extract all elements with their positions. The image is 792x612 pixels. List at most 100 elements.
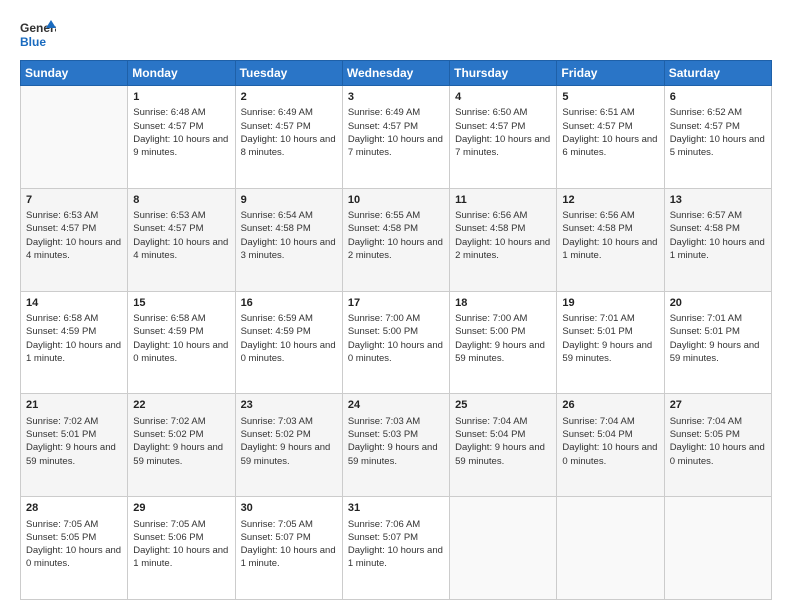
sunrise-text: Sunrise: 6:53 AM: [133, 209, 229, 222]
day-number: 12: [562, 193, 658, 208]
calendar-cell: 3Sunrise: 6:49 AMSunset: 4:57 PMDaylight…: [342, 86, 449, 189]
sunset-text: Sunset: 5:02 PM: [241, 428, 337, 441]
day-number: 3: [348, 90, 444, 105]
sunset-text: Sunset: 4:57 PM: [133, 222, 229, 235]
sunset-text: Sunset: 4:58 PM: [562, 222, 658, 235]
calendar-cell: 10Sunrise: 6:55 AMSunset: 4:58 PMDayligh…: [342, 188, 449, 291]
sunrise-text: Sunrise: 6:58 AM: [133, 312, 229, 325]
calendar-week-row: 21Sunrise: 7:02 AMSunset: 5:01 PMDayligh…: [21, 394, 772, 497]
daylight-text: Daylight: 10 hours and 2 minutes.: [455, 236, 551, 263]
daylight-text: Daylight: 9 hours and 59 minutes.: [133, 441, 229, 468]
calendar-cell: 23Sunrise: 7:03 AMSunset: 5:02 PMDayligh…: [235, 394, 342, 497]
calendar-week-row: 28Sunrise: 7:05 AMSunset: 5:05 PMDayligh…: [21, 497, 772, 600]
sunset-text: Sunset: 5:01 PM: [562, 325, 658, 338]
calendar-cell: 11Sunrise: 6:56 AMSunset: 4:58 PMDayligh…: [450, 188, 557, 291]
calendar-cell: 30Sunrise: 7:05 AMSunset: 5:07 PMDayligh…: [235, 497, 342, 600]
daylight-text: Daylight: 9 hours and 59 minutes.: [455, 441, 551, 468]
sunrise-text: Sunrise: 7:00 AM: [455, 312, 551, 325]
sunrise-text: Sunrise: 6:55 AM: [348, 209, 444, 222]
sunrise-text: Sunrise: 6:49 AM: [241, 106, 337, 119]
sunset-text: Sunset: 5:02 PM: [133, 428, 229, 441]
day-number: 15: [133, 296, 229, 311]
sunrise-text: Sunrise: 7:05 AM: [26, 518, 122, 531]
daylight-text: Daylight: 10 hours and 1 minute.: [348, 544, 444, 571]
sunset-text: Sunset: 5:01 PM: [26, 428, 122, 441]
calendar-cell: 27Sunrise: 7:04 AMSunset: 5:05 PMDayligh…: [664, 394, 771, 497]
calendar-cell: 20Sunrise: 7:01 AMSunset: 5:01 PMDayligh…: [664, 291, 771, 394]
calendar-cell: 24Sunrise: 7:03 AMSunset: 5:03 PMDayligh…: [342, 394, 449, 497]
daylight-text: Daylight: 9 hours and 59 minutes.: [455, 339, 551, 366]
sunset-text: Sunset: 5:01 PM: [670, 325, 766, 338]
logo: General Blue: [20, 18, 56, 50]
calendar-cell: 7Sunrise: 6:53 AMSunset: 4:57 PMDaylight…: [21, 188, 128, 291]
sunset-text: Sunset: 4:59 PM: [26, 325, 122, 338]
sunset-text: Sunset: 4:57 PM: [562, 120, 658, 133]
sunrise-text: Sunrise: 6:54 AM: [241, 209, 337, 222]
day-number: 24: [348, 398, 444, 413]
sunset-text: Sunset: 5:00 PM: [348, 325, 444, 338]
calendar-cell: 29Sunrise: 7:05 AMSunset: 5:06 PMDayligh…: [128, 497, 235, 600]
sunrise-text: Sunrise: 7:05 AM: [133, 518, 229, 531]
calendar-cell: 1Sunrise: 6:48 AMSunset: 4:57 PMDaylight…: [128, 86, 235, 189]
sunset-text: Sunset: 4:57 PM: [26, 222, 122, 235]
day-number: 25: [455, 398, 551, 413]
sunset-text: Sunset: 4:57 PM: [133, 120, 229, 133]
calendar-cell: 14Sunrise: 6:58 AMSunset: 4:59 PMDayligh…: [21, 291, 128, 394]
sunset-text: Sunset: 5:07 PM: [241, 531, 337, 544]
logo-icon: General Blue: [20, 18, 56, 50]
sunset-text: Sunset: 4:58 PM: [241, 222, 337, 235]
sunrise-text: Sunrise: 6:52 AM: [670, 106, 766, 119]
day-number: 5: [562, 90, 658, 105]
daylight-text: Daylight: 10 hours and 0 minutes.: [670, 441, 766, 468]
sunrise-text: Sunrise: 6:49 AM: [348, 106, 444, 119]
calendar-cell: 25Sunrise: 7:04 AMSunset: 5:04 PMDayligh…: [450, 394, 557, 497]
sunrise-text: Sunrise: 6:58 AM: [26, 312, 122, 325]
sunset-text: Sunset: 4:57 PM: [455, 120, 551, 133]
daylight-text: Daylight: 10 hours and 7 minutes.: [348, 133, 444, 160]
day-number: 1: [133, 90, 229, 105]
sunrise-text: Sunrise: 7:02 AM: [26, 415, 122, 428]
calendar-cell: 17Sunrise: 7:00 AMSunset: 5:00 PMDayligh…: [342, 291, 449, 394]
sunrise-text: Sunrise: 6:50 AM: [455, 106, 551, 119]
weekday-header-thursday: Thursday: [450, 61, 557, 86]
day-number: 11: [455, 193, 551, 208]
day-number: 4: [455, 90, 551, 105]
sunrise-text: Sunrise: 7:04 AM: [562, 415, 658, 428]
calendar-cell: 21Sunrise: 7:02 AMSunset: 5:01 PMDayligh…: [21, 394, 128, 497]
sunrise-text: Sunrise: 7:04 AM: [455, 415, 551, 428]
calendar-cell: 31Sunrise: 7:06 AMSunset: 5:07 PMDayligh…: [342, 497, 449, 600]
sunrise-text: Sunrise: 6:57 AM: [670, 209, 766, 222]
day-number: 14: [26, 296, 122, 311]
daylight-text: Daylight: 10 hours and 1 minute.: [26, 339, 122, 366]
day-number: 21: [26, 398, 122, 413]
daylight-text: Daylight: 10 hours and 1 minute.: [133, 544, 229, 571]
day-number: 29: [133, 501, 229, 516]
daylight-text: Daylight: 10 hours and 1 minute.: [241, 544, 337, 571]
day-number: 2: [241, 90, 337, 105]
calendar-cell: 16Sunrise: 6:59 AMSunset: 4:59 PMDayligh…: [235, 291, 342, 394]
day-number: 22: [133, 398, 229, 413]
day-number: 18: [455, 296, 551, 311]
daylight-text: Daylight: 10 hours and 1 minute.: [670, 236, 766, 263]
daylight-text: Daylight: 9 hours and 59 minutes.: [348, 441, 444, 468]
day-number: 30: [241, 501, 337, 516]
day-number: 8: [133, 193, 229, 208]
sunrise-text: Sunrise: 6:51 AM: [562, 106, 658, 119]
daylight-text: Daylight: 10 hours and 0 minutes.: [241, 339, 337, 366]
daylight-text: Daylight: 10 hours and 9 minutes.: [133, 133, 229, 160]
day-number: 10: [348, 193, 444, 208]
sunrise-text: Sunrise: 7:02 AM: [133, 415, 229, 428]
calendar-cell: [21, 86, 128, 189]
sunset-text: Sunset: 5:05 PM: [670, 428, 766, 441]
daylight-text: Daylight: 10 hours and 8 minutes.: [241, 133, 337, 160]
day-number: 13: [670, 193, 766, 208]
weekday-header-tuesday: Tuesday: [235, 61, 342, 86]
daylight-text: Daylight: 10 hours and 3 minutes.: [241, 236, 337, 263]
calendar-cell: 13Sunrise: 6:57 AMSunset: 4:58 PMDayligh…: [664, 188, 771, 291]
sunset-text: Sunset: 4:58 PM: [348, 222, 444, 235]
daylight-text: Daylight: 10 hours and 0 minutes.: [562, 441, 658, 468]
daylight-text: Daylight: 10 hours and 7 minutes.: [455, 133, 551, 160]
calendar-cell: 28Sunrise: 7:05 AMSunset: 5:05 PMDayligh…: [21, 497, 128, 600]
sunset-text: Sunset: 5:05 PM: [26, 531, 122, 544]
weekday-header-sunday: Sunday: [21, 61, 128, 86]
